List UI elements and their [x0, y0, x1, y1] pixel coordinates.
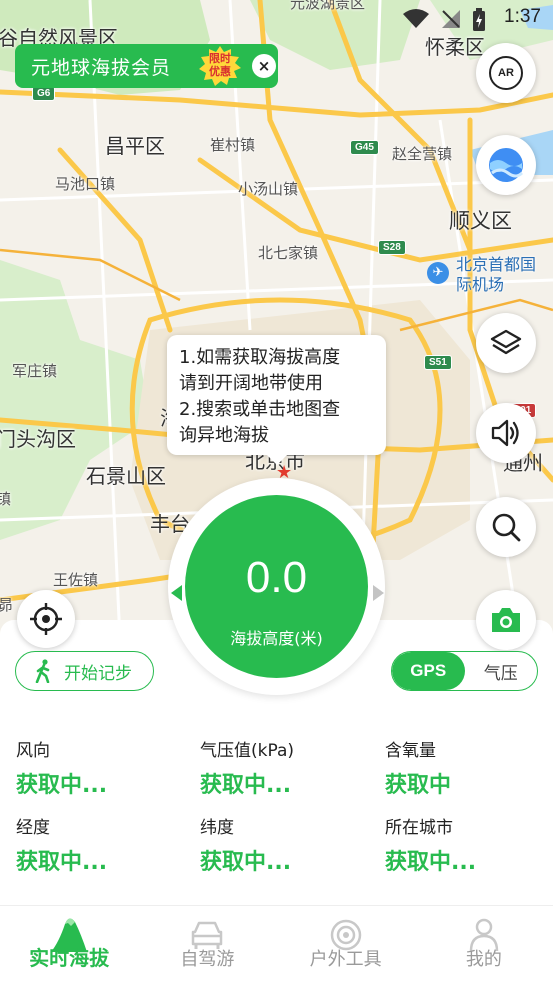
map-label-yu: 昴 [0, 596, 14, 614]
search-icon [492, 513, 521, 542]
vip-banner-text: 元地球海拔会员 [31, 56, 172, 79]
sound-button[interactable] [476, 403, 536, 463]
promo-badge-line1: 限时 [209, 52, 231, 65]
hint-line-4: 询异地海拔 [179, 425, 269, 446]
layers-icon [490, 329, 522, 355]
locate-button[interactable] [17, 590, 75, 648]
dial-left-arrow-icon [171, 585, 182, 601]
map-label-shunyi: 顺义区 [449, 209, 512, 233]
info-city-value: 获取中... [385, 850, 477, 875]
map-label-huairou: 怀柔区 [425, 35, 485, 59]
dial-right-arrow-icon [373, 585, 384, 601]
info-wind-value: 获取中... [16, 773, 108, 798]
status-time: 1:37 [504, 6, 541, 27]
info-longitude-value: 获取中... [16, 850, 108, 875]
map-label-cuicun: 崔村镇 [210, 136, 256, 154]
highway-shield-g6: G6 [32, 86, 56, 101]
mode-pressure-option[interactable]: 气压 [465, 652, 538, 690]
crosshair-icon [30, 603, 62, 635]
start-step-count-button[interactable]: 开始记步 [15, 651, 154, 691]
highway-shield-s28: S28 [378, 240, 406, 255]
camera-button[interactable] [476, 590, 536, 650]
battery-icon [473, 8, 485, 31]
start-step-count-label: 开始记步 [64, 663, 132, 684]
map-label-airport: 北京首都国际机场 [456, 255, 537, 294]
info-wind-label: 风向 [16, 741, 50, 761]
altitude-value: 0.0 [245, 553, 308, 602]
nav-road-trip-label: 自驾游 [180, 949, 235, 970]
search-button[interactable] [476, 497, 536, 557]
camera-icon [492, 608, 520, 632]
info-oxygen: 含氧量 获取中 [385, 736, 553, 799]
nav-road-trip[interactable]: 自驾游 [138, 906, 276, 983]
ar-button[interactable]: AR [476, 43, 536, 103]
promo-badge: 限时 优惠 [199, 46, 241, 86]
wifi-icon [403, 9, 429, 28]
info-pressure-label: 气压值(kPa) [200, 741, 295, 761]
earth-icon [489, 148, 524, 182]
map-label-yanqi: 元波湖景区 [290, 0, 366, 12]
hint-line-1: 1.如需获取海拔高度 [179, 347, 341, 368]
hint-line-3: 2.搜索或单击地图查 [179, 399, 341, 420]
highway-shield-g45: G45 [350, 140, 379, 155]
map-label-wangzuo: 王佐镇 [53, 571, 99, 589]
map-label-beiqijia: 北七家镇 [258, 244, 319, 262]
info-pressure: 气压值(kPa) 获取中... [200, 736, 370, 799]
walk-icon [35, 659, 50, 683]
nav-outdoor-tools[interactable]: 户外工具 [277, 906, 415, 983]
info-oxygen-value: 获取中 [385, 773, 452, 798]
vip-banner[interactable]: 元地球海拔会员 限时 优惠 × [15, 44, 278, 88]
nav-profile-label: 我的 [465, 949, 502, 970]
nav-realtime-altitude[interactable]: 实时海拔 [0, 906, 138, 983]
bottom-nav: 实时海拔 自驾游 户外工具 我的 [0, 905, 553, 983]
close-icon[interactable]: × [252, 54, 276, 78]
map-label-zhaoquanying: 赵全营镇 [392, 145, 453, 163]
info-latitude: 纬度 获取中... [200, 813, 370, 876]
info-city: 所在城市 获取中... [385, 813, 553, 876]
ar-icon: AR [489, 56, 523, 90]
map-label-junzhuang: 军庄镇 [12, 362, 58, 380]
airport-icon: ✈ [427, 262, 449, 284]
info-longitude-label: 经度 [16, 818, 50, 838]
map-label-changping: 昌平区 [105, 134, 165, 158]
nav-outdoor-tools-label: 户外工具 [309, 949, 382, 970]
speaker-icon [491, 419, 519, 447]
earth-button[interactable] [476, 135, 536, 195]
layers-button[interactable] [476, 313, 536, 373]
map-label-machikou: 马池口镇 [55, 175, 116, 193]
hint-tooltip: 1.如需获取海拔高度 请到开阔地带使用 2.搜索或单击地图查 询异地海拔 [167, 335, 386, 465]
info-wind: 风向 获取中... [16, 736, 186, 799]
nav-profile[interactable]: 我的 [415, 906, 553, 983]
info-city-label: 所在城市 [385, 818, 453, 838]
signal-icon [442, 10, 460, 28]
altitude-dial[interactable]: 0.0 海拔高度(米) [185, 495, 368, 678]
map-label-zhen: 镇 [0, 490, 12, 508]
hint-line-2: 请到开阔地带使用 [179, 373, 323, 394]
info-latitude-label: 纬度 [200, 818, 234, 838]
info-pressure-value: 获取中... [200, 773, 292, 798]
promo-badge-line2: 优惠 [209, 65, 231, 78]
map-label-shijingshan: 石景山区 [86, 464, 166, 488]
map-label-xiaotangshan: 小汤山镇 [238, 180, 299, 198]
info-latitude-value: 获取中... [200, 850, 292, 875]
mode-gps-option[interactable]: GPS [392, 652, 465, 690]
info-oxygen-label: 含氧量 [385, 741, 436, 761]
nav-realtime-altitude-label: 实时海拔 [29, 946, 110, 970]
map-label-mentougou: 门头沟区 [0, 427, 76, 451]
highway-shield-s51: S51 [424, 355, 452, 370]
info-longitude: 经度 获取中... [16, 813, 186, 876]
altitude-label: 海拔高度(米) [230, 629, 323, 648]
altitude-mode-toggle[interactable]: GPS 气压 [391, 651, 538, 691]
